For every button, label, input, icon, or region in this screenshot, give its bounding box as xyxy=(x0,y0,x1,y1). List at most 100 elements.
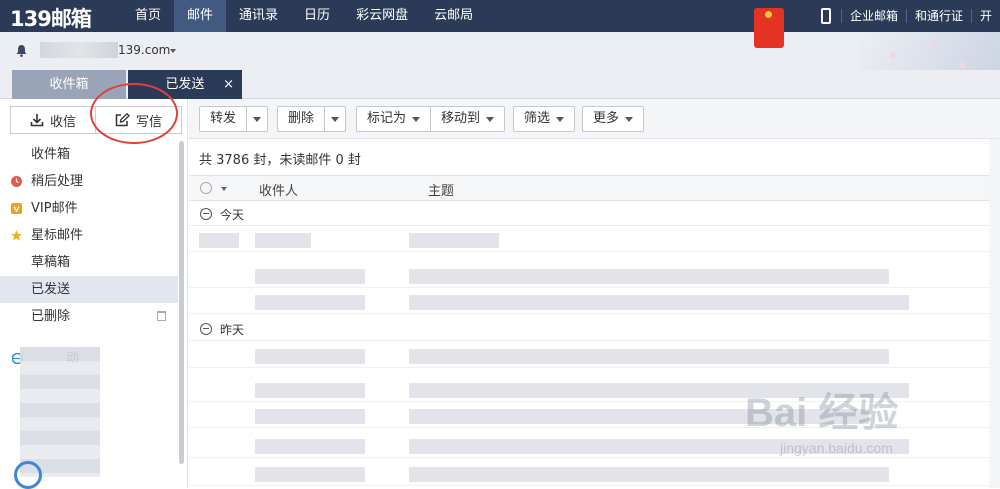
blurred-sidebar-content xyxy=(20,347,100,477)
folder-label: 已发送 xyxy=(31,282,71,297)
blurred-cell xyxy=(255,269,365,284)
passport-link[interactable]: 和通行证 xyxy=(905,9,971,23)
mail-count-summary: 共 3786 封，未读邮件 0 封 xyxy=(199,153,361,168)
vip-icon xyxy=(11,203,22,214)
folder-label: 草稿箱 xyxy=(31,255,71,270)
enterprise-mail-link[interactable]: 企业邮箱 xyxy=(840,9,906,23)
filter-button[interactable]: 筛选 xyxy=(514,107,574,131)
folder-deleted[interactable]: 已删除 xyxy=(0,303,178,330)
chevron-down-icon xyxy=(556,116,565,122)
mark-as-label: 标记为 xyxy=(367,111,407,126)
folder-label: 稍后处理 xyxy=(31,174,84,189)
folder-sent[interactable]: 已发送 xyxy=(0,276,178,303)
trash-icon[interactable] xyxy=(157,311,166,321)
mark-move-group: 标记为 移动到 xyxy=(356,106,506,132)
chevron-down-icon xyxy=(625,116,634,122)
watermark-logo: Bai 经验 xyxy=(745,391,899,435)
collapse-icon[interactable] xyxy=(200,323,212,335)
close-icon[interactable]: × xyxy=(223,70,234,99)
mark-as-button[interactable]: 标记为 xyxy=(357,107,430,131)
chevron-down-icon xyxy=(253,116,262,122)
folder-label: 收件箱 xyxy=(31,147,71,162)
blurred-cell xyxy=(255,233,311,248)
delete-dropdown[interactable] xyxy=(324,107,345,131)
delete-group: 删除 xyxy=(277,106,347,132)
group-label: 今天 xyxy=(220,208,245,222)
table-header: 收件人 主题 xyxy=(189,175,1000,201)
filter-label: 筛选 xyxy=(524,111,551,126)
move-to-button[interactable]: 移动到 xyxy=(430,107,504,131)
blurred-cell xyxy=(409,349,889,364)
table-row[interactable] xyxy=(189,344,1000,368)
blurred-cell xyxy=(409,233,499,248)
group-yesterday[interactable]: 昨天 xyxy=(189,317,1000,341)
more-link[interactable]: 开 xyxy=(970,9,1000,23)
folder-vip[interactable]: VIP邮件 xyxy=(0,195,178,222)
folder-drafts[interactable]: 草稿箱 xyxy=(0,249,178,276)
receive-label: 收信 xyxy=(49,114,76,130)
blurred-cell xyxy=(255,467,365,482)
chevron-down-icon[interactable] xyxy=(221,187,227,191)
tab-inbox-label: 收件箱 xyxy=(49,77,89,92)
nav-cloud-post[interactable]: 云邮局 xyxy=(421,0,486,32)
star-icon xyxy=(11,230,22,241)
folder-inbox[interactable]: 收件箱 xyxy=(0,141,178,168)
phone-icon[interactable] xyxy=(820,8,831,24)
sidebar: 收信 写信 收件箱 稍后处理 VIP邮件 星标邮件 草稿箱 已发送 已删除 xyxy=(0,83,188,489)
nav-home[interactable]: 首页 xyxy=(122,0,174,32)
folder-starred[interactable]: 星标邮件 xyxy=(0,222,178,249)
folder-label: VIP邮件 xyxy=(31,201,78,216)
forward-button[interactable]: 转发 xyxy=(200,107,246,131)
logo[interactable]: 139邮箱 xyxy=(10,3,92,31)
blurred-cell xyxy=(409,467,889,482)
account-bar: 139.com xyxy=(0,32,1000,102)
folder-label: 星标邮件 xyxy=(31,228,84,243)
blurred-cell xyxy=(255,439,365,454)
more-button[interactable]: 更多 xyxy=(583,107,643,131)
nav-right: 企业邮箱 和通行证 开 xyxy=(820,0,1000,32)
top-nav: 139邮箱 首页 邮件 通讯录 日历 彩云网盘 云邮局 企业邮箱 和通行证 开 xyxy=(0,0,1000,32)
blurred-cell xyxy=(409,269,889,284)
sidebar-scrollbar[interactable] xyxy=(179,141,184,464)
blurred-cell xyxy=(255,349,365,364)
more-group: 更多 xyxy=(582,106,645,132)
chevron-down-icon xyxy=(331,116,340,122)
column-subject[interactable]: 主题 xyxy=(428,180,454,199)
blurred-cell xyxy=(255,383,365,398)
collapse-icon[interactable] xyxy=(200,208,212,220)
select-all-checkbox[interactable] xyxy=(200,182,212,194)
more-label: 更多 xyxy=(593,111,620,126)
chevron-down-icon xyxy=(486,116,495,122)
bell-icon[interactable] xyxy=(15,44,28,57)
forward-group: 转发 xyxy=(199,106,269,132)
nav-mail[interactable]: 邮件 xyxy=(174,0,227,32)
folder-later[interactable]: 稍后处理 xyxy=(0,168,178,195)
column-recipient[interactable]: 收件人 xyxy=(259,180,298,199)
delete-button[interactable]: 删除 xyxy=(278,107,324,131)
nav-contacts[interactable]: 通讯录 xyxy=(226,0,291,32)
table-row[interactable] xyxy=(189,290,1000,314)
group-today[interactable]: 今天 xyxy=(189,202,1000,226)
nav-cloud-drive[interactable]: 彩云网盘 xyxy=(343,0,421,32)
folder-list: 收件箱 稍后处理 VIP邮件 星标邮件 草稿箱 已发送 已删除 xyxy=(0,141,178,330)
download-icon xyxy=(30,114,44,127)
main-scrollbar[interactable] xyxy=(989,139,1000,488)
clock-icon xyxy=(11,176,22,187)
account-email[interactable]: 139.com xyxy=(118,43,170,57)
mail-toolbar: 转发 删除 标记为 移动到 筛选 更多 xyxy=(189,99,1000,139)
chevron-down-icon[interactable] xyxy=(170,49,176,53)
nav-calendar[interactable]: 日历 xyxy=(291,0,343,32)
table-row[interactable] xyxy=(189,462,1000,486)
forward-dropdown[interactable] xyxy=(246,107,267,131)
table-row[interactable] xyxy=(189,228,1000,252)
nav-items: 首页 邮件 通讯录 日历 彩云网盘 云邮局 xyxy=(122,0,486,32)
red-packet-icon[interactable] xyxy=(754,8,784,48)
filter-group: 筛选 xyxy=(513,106,576,132)
annotation-circle xyxy=(90,83,178,144)
app-icon[interactable] xyxy=(14,461,42,489)
folder-label: 已删除 xyxy=(31,309,71,324)
blurred-cell xyxy=(199,233,239,248)
table-row[interactable] xyxy=(189,264,1000,288)
chevron-down-icon xyxy=(412,116,421,122)
receive-button[interactable]: 收信 xyxy=(10,106,96,134)
